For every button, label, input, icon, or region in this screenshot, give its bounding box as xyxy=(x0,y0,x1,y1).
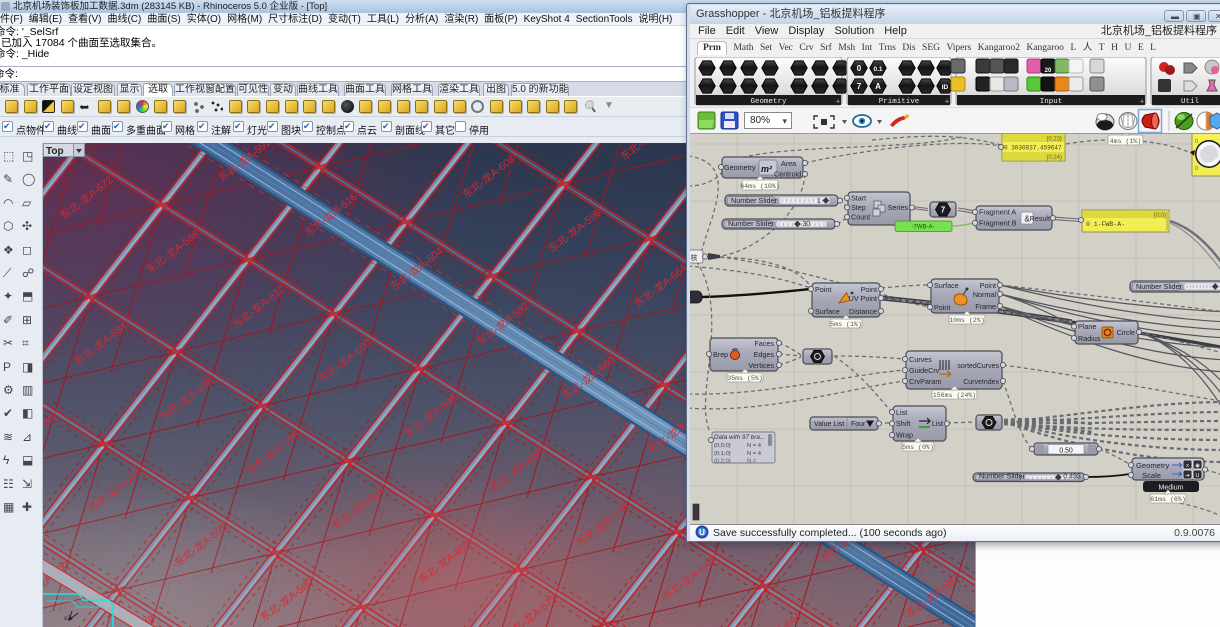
svg-text:Radius: Radius xyxy=(1078,334,1101,343)
svg-text:0.1: 0.1 xyxy=(873,66,882,73)
svg-text:Start: Start xyxy=(851,194,866,203)
svg-text:List: List xyxy=(896,408,907,417)
svg-text:-7WB-A-: -7WB-A- xyxy=(912,225,935,231)
svg-text:N = 4: N = 4 xyxy=(747,451,762,457)
svg-text:Brep: Brep xyxy=(713,350,728,359)
svg-text:Shift: Shift xyxy=(896,419,910,428)
svg-text:Area: Area xyxy=(781,159,796,168)
svg-text:核: 核 xyxy=(691,253,698,262)
svg-text:Primitive: Primitive xyxy=(879,98,920,106)
svg-text:0: 0 xyxy=(1195,166,1198,172)
svg-text:x2: x2 xyxy=(64,616,71,622)
svg-text:Number Slider: Number Slider xyxy=(979,471,1026,480)
svg-text:Util: Util xyxy=(1181,98,1200,106)
svg-text:Surface: Surface xyxy=(815,307,840,316)
svg-text:A: A xyxy=(875,82,881,91)
svg-text:Surface: Surface xyxy=(934,281,959,290)
svg-text:Plane: Plane xyxy=(1078,322,1096,331)
svg-text:Vertices: Vertices xyxy=(748,361,774,370)
svg-text:Distance: Distance xyxy=(849,307,877,316)
svg-text:Point: Point xyxy=(861,285,877,294)
svg-text:CrvParam: CrvParam xyxy=(909,377,941,386)
svg-text:Edges: Edges xyxy=(754,350,775,359)
svg-text:{0;0;0}: {0;0;0} xyxy=(714,443,731,449)
svg-text:+: + xyxy=(945,99,949,106)
svg-text:156ms (24%): 156ms (24%) xyxy=(933,392,977,399)
svg-text:61ms (6%): 61ms (6%) xyxy=(1150,496,1186,503)
svg-text:+: + xyxy=(836,99,840,106)
svg-text:{0;24}: {0;24} xyxy=(1046,155,1062,161)
svg-text:◉: ◉ xyxy=(1195,463,1200,469)
svg-text:Step: Step xyxy=(851,203,866,212)
svg-text:Centroid: Centroid xyxy=(774,170,801,179)
svg-text:U: U xyxy=(1196,473,1200,479)
svg-text:Frame: Frame xyxy=(975,302,996,311)
svg-text:x: x xyxy=(1186,463,1189,469)
svg-text:35ms (5%): 35ms (5%) xyxy=(727,375,763,382)
svg-text:Faces: Faces xyxy=(754,339,774,348)
svg-text:UV Point: UV Point xyxy=(849,294,877,303)
svg-text:m²: m² xyxy=(761,164,773,174)
svg-text:N =: N = xyxy=(747,459,757,465)
svg-text:5ms (1%): 5ms (1%) xyxy=(830,321,862,328)
svg-text:10ms (2%): 10ms (2%) xyxy=(949,317,985,324)
svg-text:sortedCurves: sortedCurves xyxy=(957,363,999,370)
svg-text:Series: Series xyxy=(888,203,909,212)
svg-text:Count: Count xyxy=(851,213,870,222)
svg-text:Wrap: Wrap xyxy=(896,431,913,440)
svg-text:Circle: Circle xyxy=(1117,328,1135,337)
svg-text:Medium: Medium xyxy=(1159,485,1184,492)
svg-text:Geometry: Geometry xyxy=(724,163,756,172)
svg-text:Point: Point xyxy=(934,303,950,312)
svg-text:CurveIndex: CurveIndex xyxy=(963,379,999,386)
svg-text:Number Slider: Number Slider xyxy=(728,219,775,228)
svg-text:{0;2;0}: {0;2;0} xyxy=(714,459,731,465)
svg-text:0.50: 0.50 xyxy=(1059,448,1073,455)
svg-text:{0;23}: {0;23} xyxy=(1046,137,1062,143)
svg-text:Point: Point xyxy=(980,281,996,290)
svg-text:7: 7 xyxy=(941,206,946,215)
svg-text:0 1-FWB-A-: 0 1-FWB-A- xyxy=(1086,221,1125,228)
svg-text:Number Slider: Number Slider xyxy=(731,196,778,205)
svg-text:+: + xyxy=(1140,99,1144,106)
svg-text:{0;1;0}: {0;1;0} xyxy=(714,451,731,457)
svg-text:Scale: Scale xyxy=(1142,471,1161,480)
svg-text:Geometry: Geometry xyxy=(1136,461,1170,470)
svg-text:GuideCrv: GuideCrv xyxy=(909,366,940,375)
svg-text:Input: Input xyxy=(1040,98,1063,106)
svg-text:Number Slider: Number Slider xyxy=(1136,282,1183,291)
svg-text:Value List: Value List xyxy=(814,421,844,428)
svg-text:{0;0}: {0;0} xyxy=(1154,213,1166,219)
svg-text:0: 0 xyxy=(1195,139,1198,145)
svg-text:0.493: 0.493 xyxy=(1063,473,1081,480)
svg-text:List: List xyxy=(932,419,943,428)
svg-text:➔: ➔ xyxy=(1185,473,1190,479)
svg-text:0 3030837.459647: 0 3030837.459647 xyxy=(1004,145,1062,152)
svg-text:N = 4: N = 4 xyxy=(747,443,762,449)
svg-text:20: 20 xyxy=(1045,68,1052,74)
svg-text:7: 7 xyxy=(857,82,862,91)
svg-text:Fragment B: Fragment B xyxy=(979,219,1017,228)
svg-text:Top: Top xyxy=(46,146,64,157)
svg-text:1: 1 xyxy=(817,198,821,205)
svg-text:64ms (10%): 64ms (10%) xyxy=(740,183,780,190)
svg-text:U: U xyxy=(699,528,705,537)
svg-text:Four: Four xyxy=(851,421,866,428)
svg-text:Normal: Normal xyxy=(973,290,997,299)
svg-text:5ms (0%): 5ms (0%) xyxy=(902,444,934,451)
svg-text:ID: ID xyxy=(942,84,949,91)
svg-text:Geometry: Geometry xyxy=(750,98,787,106)
svg-text:Data with 97 bra...: Data with 97 bra... xyxy=(714,434,765,441)
svg-text:4ms (1%): 4ms (1%) xyxy=(1110,138,1142,145)
svg-text:Result: Result xyxy=(1030,214,1050,223)
svg-text:Fragment A: Fragment A xyxy=(979,208,1016,217)
svg-text:0: 0 xyxy=(857,64,862,73)
svg-text:Point: Point xyxy=(815,285,831,294)
svg-text:30: 30 xyxy=(802,221,810,228)
svg-text:Curves: Curves xyxy=(909,355,932,364)
